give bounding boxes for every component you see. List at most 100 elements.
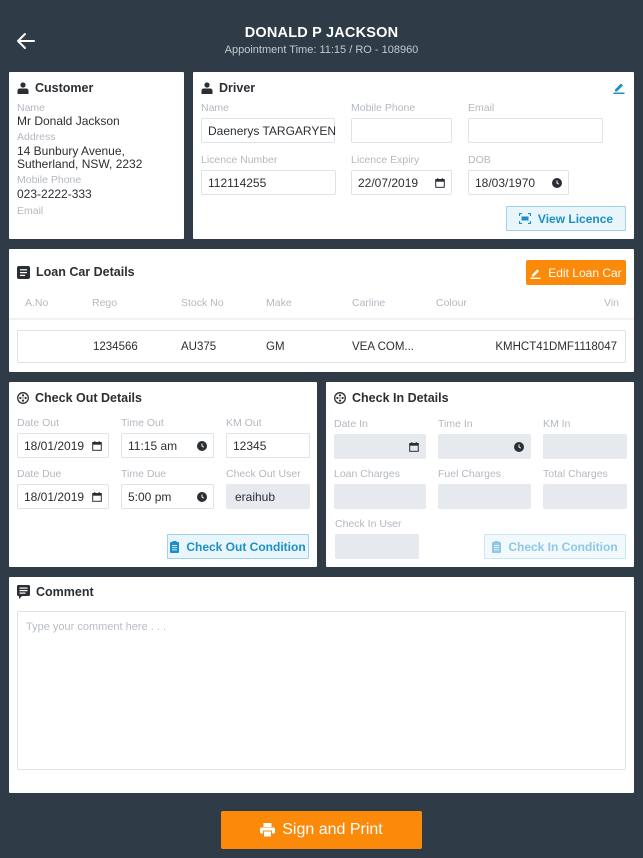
loan-car-title: Loan Car Details <box>36 265 135 279</box>
fuel-charges-label: Fuel Charges <box>438 468 502 480</box>
driver-name-value: Daenerys TARGARYEN <box>208 123 337 138</box>
dob-field[interactable]: 18/03/1970 <box>468 170 569 195</box>
km-out-label: KM Out <box>226 417 262 429</box>
licence-number-value: 112114255 <box>208 175 267 190</box>
cell-stock-no: AU375 <box>181 341 217 353</box>
table-header-divider <box>9 318 634 320</box>
time-out-value: 11:15 am <box>128 438 178 453</box>
km-in-label: KM In <box>543 418 571 430</box>
customer-phone-label: Mobile Phone <box>17 174 82 186</box>
sign-and-print-button[interactable]: Sign and Print <box>221 811 422 849</box>
check-in-condition-label: Check In Condition <box>508 539 618 554</box>
customer-title: Customer <box>35 81 94 95</box>
clipboard-icon <box>492 540 502 553</box>
check-in-card: Check In Details Date In Time In KM In L… <box>326 382 634 567</box>
col-make: Make <box>266 297 292 309</box>
customer-address-label: Address <box>17 131 56 143</box>
dob-value: 18/03/1970 <box>475 175 536 190</box>
check-in-user-field <box>335 534 419 559</box>
date-due-label: Date Due <box>17 468 62 480</box>
view-licence-label: View Licence <box>537 211 614 226</box>
customer-email-label: Email <box>17 205 44 217</box>
clock-icon <box>514 441 524 452</box>
check-in-condition-button[interactable]: Check In Condition <box>484 534 626 559</box>
km-in-field <box>543 434 627 459</box>
col-stock-no: Stock No <box>181 297 224 309</box>
check-out-condition-button[interactable]: Check Out Condition <box>167 534 309 559</box>
clock-icon <box>197 491 207 502</box>
date-in-field <box>334 434 426 459</box>
document-icon <box>17 265 30 279</box>
check-out-title: Check Out Details <box>35 391 142 405</box>
pencil-icon <box>530 268 541 279</box>
check-out-user-label: Check Out User <box>226 468 301 480</box>
licence-expiry-value: 22/07/2019 <box>358 175 419 190</box>
user-icon <box>17 82 29 94</box>
check-out-user-value: eraihub <box>235 489 276 504</box>
time-due-field[interactable]: 5:00 pm <box>121 484 214 509</box>
date-due-field[interactable]: 18/01/2019 <box>17 484 109 509</box>
scan-icon <box>518 213 531 224</box>
driver-title: Driver <box>219 81 256 95</box>
licence-expiry-label: Licence Expiry <box>351 154 420 166</box>
view-licence-button[interactable]: View Licence <box>506 206 626 231</box>
time-in-field <box>438 434 531 459</box>
calendar-icon <box>435 177 445 188</box>
clock-icon <box>552 177 562 188</box>
driver-email-label: Email <box>468 102 495 114</box>
driver-phone-label: Mobile Phone <box>351 102 416 114</box>
driver-phone-field[interactable] <box>351 118 452 143</box>
cell-make: GM <box>266 341 285 353</box>
time-out-label: Time Out <box>121 417 164 429</box>
col-a-no: A.No <box>25 297 49 309</box>
wheel-icon <box>17 392 29 404</box>
total-charges-label: Total Charges <box>543 468 608 480</box>
appointment-subtitle: Appointment Time: 11:15 / RO - 108960 <box>224 44 419 56</box>
date-out-label: Date Out <box>17 417 60 429</box>
edit-loan-car-button[interactable]: Edit Loan Car <box>526 260 626 285</box>
time-out-field[interactable]: 11:15 am <box>121 433 214 458</box>
col-colour: Colour <box>436 297 467 309</box>
calendar-icon <box>409 441 419 452</box>
check-in-title: Check In Details <box>352 391 449 405</box>
check-out-card: Check Out Details Date Out 18/01/2019 Ti… <box>9 382 317 567</box>
edit-driver-button[interactable] <box>613 81 625 99</box>
clipboard-icon <box>170 540 180 553</box>
check-in-user-label: Check In User <box>335 518 402 530</box>
cell-rego: 1234566 <box>93 341 138 353</box>
time-in-label: Time In <box>438 418 473 430</box>
date-in-label: Date In <box>334 418 368 430</box>
cell-carline: VEA COM... <box>352 341 414 353</box>
wheel-icon <box>334 392 346 404</box>
licence-expiry-field[interactable]: 22/07/2019 <box>351 170 452 195</box>
page-title: DONALD P JACKSON <box>244 25 399 41</box>
driver-name-label: Name <box>201 102 230 114</box>
col-rego: Rego <box>92 297 118 309</box>
date-due-value: 18/01/2019 <box>24 489 85 504</box>
total-charges-field <box>543 484 627 509</box>
clock-icon <box>197 440 207 451</box>
driver-name-field[interactable]: Daenerys TARGARYEN <box>201 118 337 143</box>
date-out-field[interactable]: 18/01/2019 <box>17 433 109 458</box>
calendar-icon <box>92 491 102 502</box>
dob-label: DOB <box>468 154 491 166</box>
check-out-user-field: eraihub <box>226 484 310 509</box>
customer-card: Customer Name Mr Donald Jackson Address … <box>9 72 184 239</box>
col-carline: Carline <box>352 297 386 309</box>
customer-name-label: Name <box>17 102 46 114</box>
driver-email-field[interactable] <box>468 118 603 143</box>
printer-icon <box>260 823 276 837</box>
customer-address-line2: Sutherland, NSW, 2232 <box>17 157 143 171</box>
customer-phone: 023-2222-333 <box>17 187 92 201</box>
date-out-value: 18/01/2019 <box>24 438 85 453</box>
pencil-icon <box>613 83 625 94</box>
time-due-label: Time Due <box>121 468 167 480</box>
calendar-icon <box>92 440 102 451</box>
cell-vin: KMHCT41DMF1118047 <box>495 341 617 353</box>
km-out-field[interactable]: 12345 <box>226 433 310 458</box>
comment-input[interactable] <box>17 611 626 770</box>
customer-name: Mr Donald Jackson <box>17 114 120 128</box>
loan-charges-label: Loan Charges <box>334 468 400 480</box>
edit-loan-car-label: Edit Loan Car <box>548 265 622 280</box>
licence-number-field[interactable]: 112114255 <box>201 170 336 195</box>
